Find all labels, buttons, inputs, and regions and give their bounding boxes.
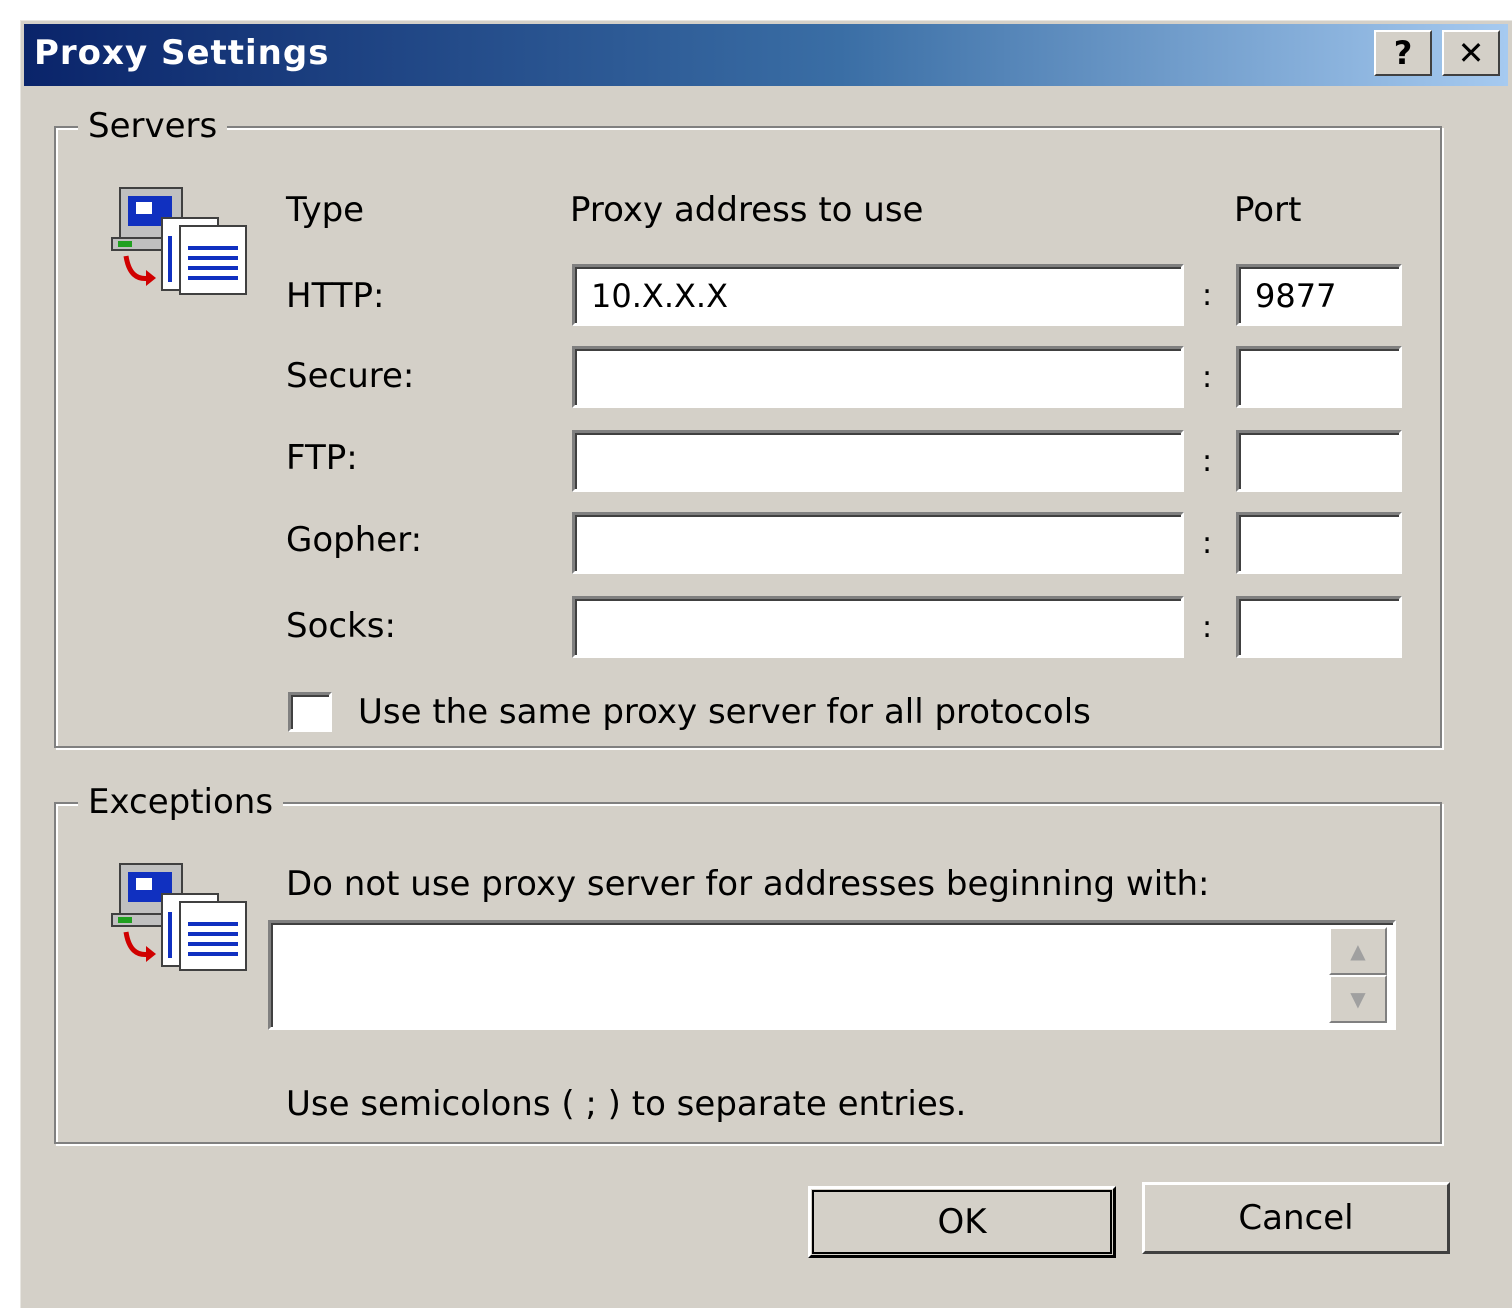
- ok-button[interactable]: OK: [808, 1186, 1116, 1258]
- port-separator: :: [1202, 360, 1213, 395]
- secure-port-input[interactable]: [1236, 346, 1402, 408]
- protocol-label-gopher: Gopher:: [286, 520, 423, 560]
- network-computer-icon: [111, 863, 247, 971]
- close-button[interactable]: ✕: [1442, 30, 1500, 76]
- gopher-address-input[interactable]: [572, 512, 1184, 574]
- port-separator: :: [1202, 526, 1213, 561]
- scroll-up-button[interactable]: ▲: [1329, 927, 1387, 975]
- network-computer-icon: [111, 187, 247, 295]
- cancel-button[interactable]: Cancel: [1142, 1182, 1450, 1254]
- title-bar[interactable]: Proxy Settings ? ✕: [24, 24, 1508, 86]
- exceptions-legend: Exceptions: [78, 782, 284, 822]
- ftp-address-input[interactable]: [572, 430, 1184, 492]
- help-button[interactable]: ?: [1374, 30, 1432, 76]
- http-port-input[interactable]: 9877: [1236, 264, 1402, 326]
- scroll-down-button[interactable]: ▼: [1329, 975, 1387, 1023]
- port-separator: :: [1202, 278, 1213, 313]
- same-proxy-checkbox[interactable]: [288, 692, 332, 732]
- protocol-label-secure: Secure:: [286, 356, 415, 396]
- exceptions-instruction: Do not use proxy server for addresses be…: [286, 864, 1210, 904]
- protocol-label-ftp: FTP:: [286, 438, 358, 478]
- port-separator: :: [1202, 444, 1213, 479]
- type-column-header: Type: [286, 190, 365, 230]
- protocol-label-socks: Socks:: [286, 606, 396, 646]
- socks-address-input[interactable]: [572, 596, 1184, 658]
- protocol-label-http: HTTP:: [286, 276, 385, 316]
- exceptions-textarea[interactable]: ▲ ▼: [268, 920, 1396, 1030]
- ftp-port-input[interactable]: [1236, 430, 1402, 492]
- port-column-header: Port: [1234, 190, 1302, 230]
- exceptions-hint: Use semicolons ( ; ) to separate entries…: [286, 1084, 967, 1124]
- window-title: Proxy Settings: [34, 33, 330, 73]
- http-address-input[interactable]: 10.X.X.X: [572, 264, 1184, 326]
- socks-port-input[interactable]: [1236, 596, 1402, 658]
- gopher-port-input[interactable]: [1236, 512, 1402, 574]
- secure-address-input[interactable]: [572, 346, 1184, 408]
- servers-legend: Servers: [78, 106, 228, 146]
- address-column-header: Proxy address to use: [570, 190, 924, 230]
- port-separator: :: [1202, 610, 1213, 645]
- same-proxy-label[interactable]: Use the same proxy server for all protoc…: [358, 692, 1091, 732]
